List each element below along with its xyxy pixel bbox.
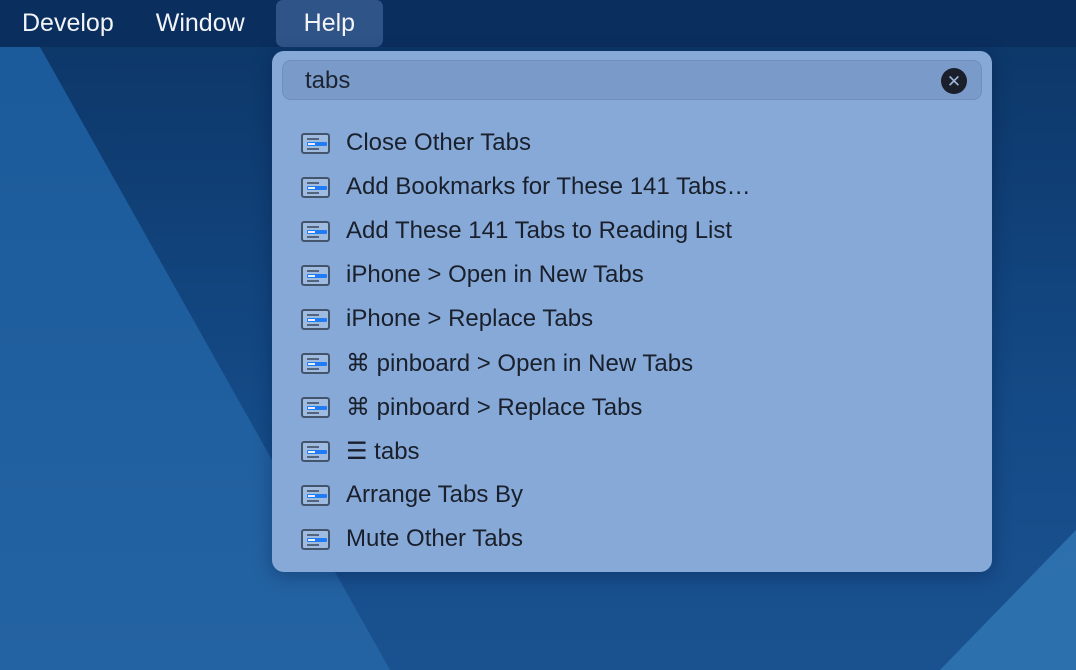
search-results-list: Close Other Tabs Add Bookmarks for These… xyxy=(272,121,992,561)
result-label: ⌘ pinboard > Replace Tabs xyxy=(346,393,643,421)
menu-item-icon xyxy=(301,308,330,330)
result-label: ⌘ pinboard > Open in New Tabs xyxy=(346,349,694,377)
menu-window[interactable]: Window xyxy=(135,0,266,47)
result-label: Add Bookmarks for These 141 Tabs… xyxy=(346,173,751,200)
result-arrange-tabs-by[interactable]: Arrange Tabs By xyxy=(272,473,992,517)
clear-search-icon[interactable]: ✕ xyxy=(941,68,967,94)
result-label: iPhone > Open in New Tabs xyxy=(346,261,644,288)
result-mute-other-tabs[interactable]: Mute Other Tabs xyxy=(272,517,992,561)
result-close-other-tabs[interactable]: Close Other Tabs xyxy=(272,121,992,165)
menu-develop[interactable]: Develop xyxy=(0,0,135,47)
menu-item-icon xyxy=(301,528,330,550)
result-pinboard-replace-tabs[interactable]: ⌘ pinboard > Replace Tabs xyxy=(272,385,992,429)
menu-item-icon xyxy=(301,264,330,286)
menu-item-icon xyxy=(301,132,330,154)
result-pinboard-open-new-tabs[interactable]: ⌘ pinboard > Open in New Tabs xyxy=(272,341,992,385)
menu-item-icon xyxy=(301,440,330,462)
help-search-input[interactable]: tabs xyxy=(305,61,350,101)
result-label: Add These 141 Tabs to Reading List xyxy=(346,217,733,244)
result-label: ☰ tabs xyxy=(346,437,420,465)
result-label: Arrange Tabs By xyxy=(346,481,523,508)
result-iphone-replace-tabs[interactable]: iPhone > Replace Tabs xyxy=(272,297,992,341)
menu-item-icon xyxy=(301,484,330,506)
result-label: iPhone > Replace Tabs xyxy=(346,305,594,332)
help-search-field[interactable]: tabs ✕ xyxy=(282,60,982,100)
help-menu-dropdown: tabs ✕ Close Other Tabs Add Bookmarks fo… xyxy=(272,51,992,572)
menu-bar: Develop Window Help xyxy=(0,0,1076,47)
menu-help[interactable]: Help xyxy=(275,0,384,47)
result-label: Mute Other Tabs xyxy=(346,525,523,552)
result-label: Close Other Tabs xyxy=(346,129,531,156)
menu-item-icon xyxy=(301,352,330,374)
menu-item-icon xyxy=(301,220,330,242)
result-tabs-folder[interactable]: ☰ tabs xyxy=(272,429,992,473)
result-iphone-open-new-tabs[interactable]: iPhone > Open in New Tabs xyxy=(272,253,992,297)
result-add-bookmarks[interactable]: Add Bookmarks for These 141 Tabs… xyxy=(272,165,992,209)
menu-item-icon xyxy=(301,176,330,198)
result-add-to-reading-list[interactable]: Add These 141 Tabs to Reading List xyxy=(272,209,992,253)
menu-item-icon xyxy=(301,396,330,418)
